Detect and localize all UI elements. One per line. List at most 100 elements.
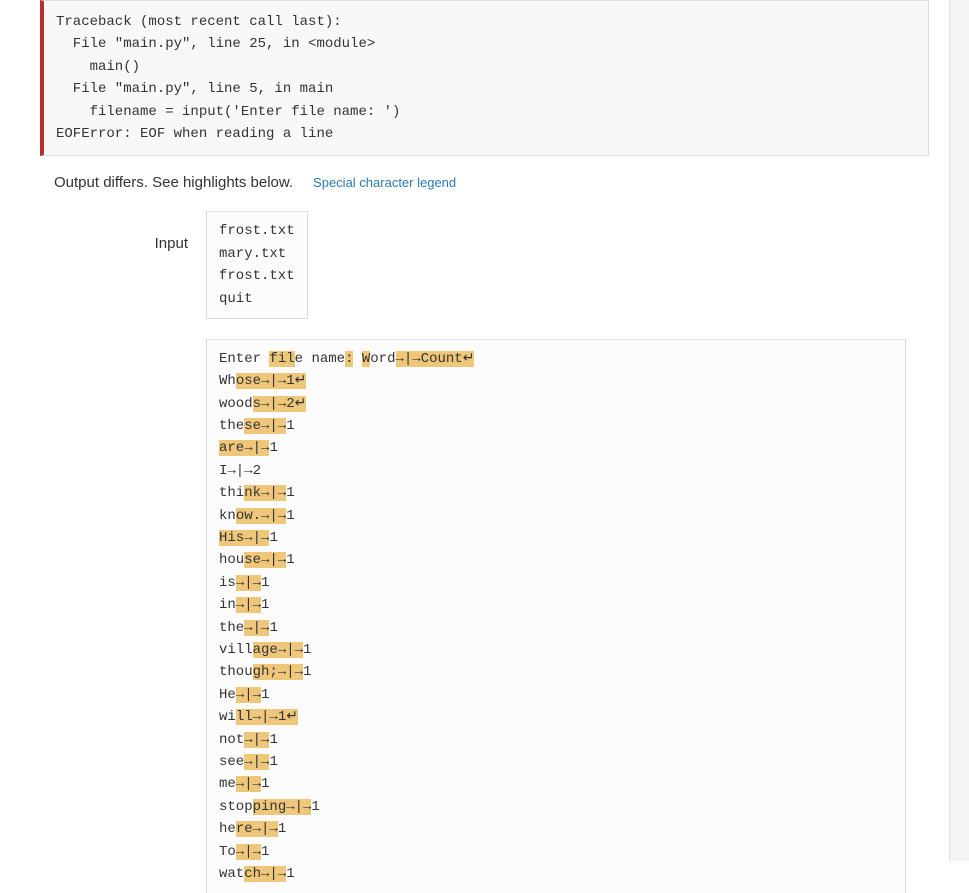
output-line: will→|→1↵ [219, 706, 893, 728]
highlight-span: are [219, 440, 244, 456]
highlight-span: →|→ [244, 732, 269, 748]
text-span: 1 [278, 821, 286, 837]
output-line: me→|→1 [219, 773, 893, 795]
highlight-span: ch→|→ [244, 866, 286, 882]
text-span: Enter [219, 351, 269, 367]
text-span: thou [219, 664, 253, 680]
text-span: 1 [286, 418, 294, 434]
text-span: wi [219, 709, 236, 725]
output-line: woods→|→2↵ [219, 393, 893, 415]
highlight-span: ↵ [295, 373, 307, 389]
text-span: 1 [269, 754, 277, 770]
highlight-span: re→|→ [236, 821, 278, 837]
output-line: not→|→1 [219, 729, 893, 751]
text-span: →|→ [227, 463, 252, 479]
text-span: hou [219, 552, 244, 568]
output-line: Enter file name: Word→|→Count↵ [219, 348, 893, 370]
output-line: His→|→1 [219, 527, 893, 549]
special-character-legend-link[interactable]: Special character legend [313, 175, 456, 190]
highlight-span: nk→|→ [244, 485, 286, 501]
output-line: are→|→1 [219, 437, 893, 459]
output-line: though;→|→1 [219, 661, 893, 683]
text-span: me [219, 776, 236, 792]
text-span: 1 [261, 597, 269, 613]
text-span: stop [219, 799, 253, 815]
highlight-span: ll→|→1 [236, 709, 286, 725]
text-span: in [219, 597, 236, 613]
output-line: To→|→1 [219, 841, 893, 863]
text-span: 1 [261, 844, 269, 860]
text-span: 1 [286, 508, 294, 524]
text-span: 1 [303, 642, 311, 658]
text-span: kn [219, 508, 236, 524]
highlight-span: ow.→|→ [236, 508, 286, 524]
text-span: Wh [219, 373, 236, 389]
input-row: Input frost.txt mary.txt frost.txt quit [0, 211, 969, 319]
output-line: know.→|→1 [219, 505, 893, 527]
output-line: house→|→1 [219, 549, 893, 571]
highlight-span: gh;→|→ [253, 664, 303, 680]
diff-message: Output differs. See highlights below. [54, 174, 293, 191]
text-span: To [219, 844, 236, 860]
output-box: Enter file name: Word→|→Count↵Whose→|→1↵… [206, 339, 906, 893]
text-span: 1 [286, 866, 294, 882]
highlight-span: ↵ [286, 709, 298, 725]
highlight-span: se→|→ [244, 552, 286, 568]
text-span: wat [219, 866, 244, 882]
text-span: thi [219, 485, 244, 501]
highlight-span: →|→ [236, 597, 261, 613]
output-line: these→|→1 [219, 415, 893, 437]
output-line: is→|→1 [219, 572, 893, 594]
text-span: he [219, 821, 236, 837]
text-span: the [219, 418, 244, 434]
text-span: He [219, 687, 236, 703]
highlight-span: →|→ [244, 754, 269, 770]
text-span: 1 [311, 799, 319, 815]
scrollbar-track[interactable] [949, 0, 969, 861]
highlight-span: fil [269, 351, 294, 367]
text-span: the [219, 620, 244, 636]
text-span: see [219, 754, 244, 770]
diff-header: Output differs. See highlights below. Sp… [54, 174, 929, 191]
output-line: see→|→1 [219, 751, 893, 773]
text-span: 1 [261, 687, 269, 703]
text-span: vill [219, 642, 253, 658]
highlight-span: →|→ [236, 776, 261, 792]
output-line: watch→|→1 [219, 863, 893, 885]
input-label: Input [0, 211, 206, 252]
traceback-box: Traceback (most recent call last): File … [40, 0, 929, 156]
input-box: frost.txt mary.txt frost.txt quit [206, 211, 308, 319]
text-span: 1 [303, 664, 311, 680]
text-span: 1 [269, 530, 277, 546]
highlight-span: His [219, 530, 244, 546]
text-span [353, 351, 361, 367]
text-span: ord [370, 351, 395, 367]
highlight-span: →|→ [236, 687, 261, 703]
text-span: 1 [286, 485, 294, 501]
highlight-span: se→|→ [244, 418, 286, 434]
highlight-span: →|→ [236, 844, 261, 860]
highlight-span: →|→Count↵ [396, 351, 475, 367]
text-span: 1 [269, 440, 277, 456]
output-line: the→|→1 [219, 617, 893, 639]
text-span: 1 [269, 732, 277, 748]
output-line: I→|→2 [219, 460, 893, 482]
highlight-span: s→|→2↵ [253, 396, 307, 412]
text-span: 1 [286, 552, 294, 568]
text-span: 2 [253, 463, 261, 479]
text-span: wood [219, 396, 253, 412]
text-span: 1 [269, 620, 277, 636]
text-span: 1 [261, 776, 269, 792]
output-line: here→|→1 [219, 818, 893, 840]
highlight-span: ose→|→1 [236, 373, 295, 389]
output-line: Whose→|→1↵ [219, 370, 893, 392]
highlight-span: ping→|→ [253, 799, 312, 815]
highlight-span: →|→ [236, 575, 261, 591]
page: Traceback (most recent call last): File … [0, 0, 969, 893]
output-row: Enter file name: Word→|→Count↵Whose→|→1↵… [0, 339, 969, 893]
output-line: village→|→1 [219, 639, 893, 661]
highlight-span: age→|→ [253, 642, 303, 658]
output-line: think→|→1 [219, 482, 893, 504]
text-span: is [219, 575, 236, 591]
text-span: 1 [261, 575, 269, 591]
